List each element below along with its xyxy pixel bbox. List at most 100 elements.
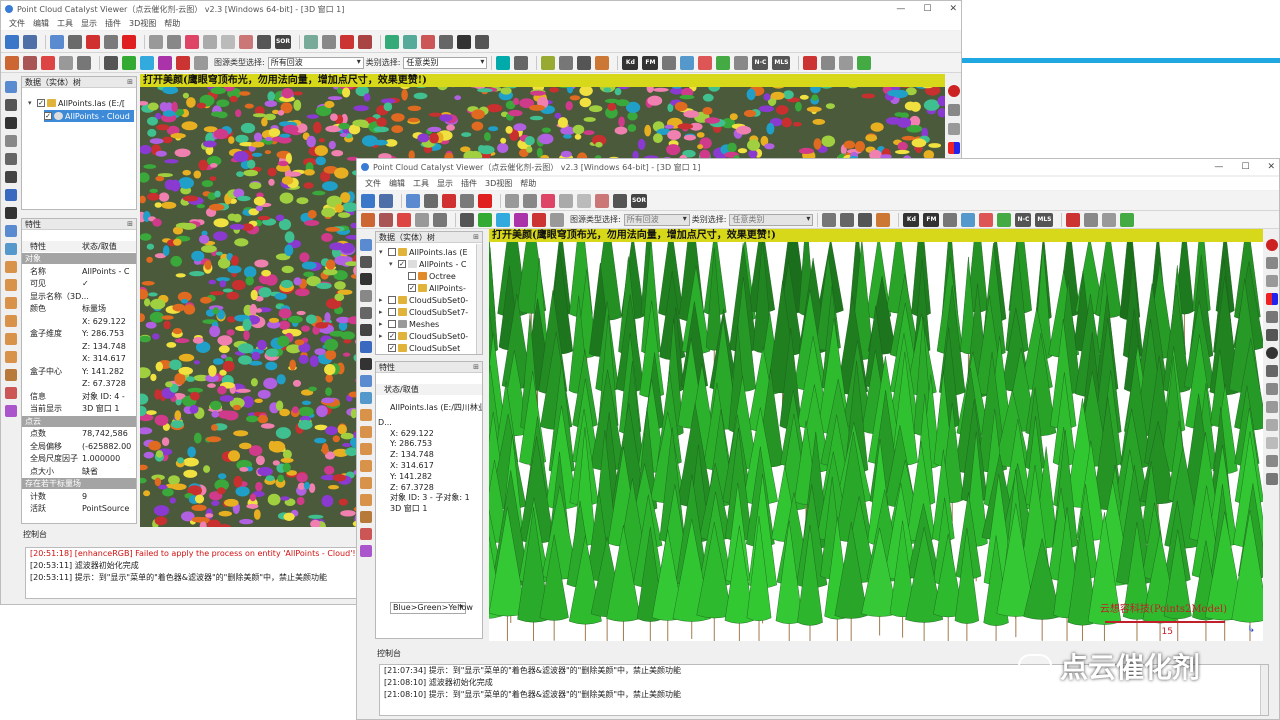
cube-icon[interactable] xyxy=(433,212,447,227)
ratio-icon[interactable] xyxy=(5,117,17,129)
crosshair-icon[interactable] xyxy=(5,207,17,219)
visibility-checkbox[interactable]: ✓ xyxy=(37,99,45,107)
expand-icon[interactable]: ▸ xyxy=(379,320,387,328)
view-top-icon[interactable] xyxy=(360,409,372,421)
pin-icon[interactable]: ⊞ xyxy=(473,362,479,373)
cube-icon[interactable] xyxy=(77,55,91,70)
align-icon[interactable] xyxy=(304,34,318,49)
light-icon[interactable] xyxy=(361,212,375,227)
move-icon[interactable] xyxy=(840,212,855,227)
pin-icon[interactable]: ⊞ xyxy=(473,232,479,243)
property-row[interactable]: AllPoints.las (E:/四川林业/... xyxy=(376,402,482,413)
tree-item[interactable]: ✓ CloudSubSet xyxy=(379,342,460,354)
view-bottom-icon[interactable] xyxy=(5,351,17,363)
filter-icon[interactable] xyxy=(1266,311,1278,323)
line-icon[interactable] xyxy=(5,153,17,165)
points-icon[interactable] xyxy=(541,193,555,208)
light3-icon[interactable] xyxy=(41,55,55,70)
histogram-icon[interactable] xyxy=(385,34,399,49)
back-view-icon[interactable] xyxy=(360,528,372,540)
tree-item[interactable]: ▸ CloudSubSet0- xyxy=(379,294,468,306)
property-row[interactable]: D... xyxy=(376,417,482,428)
fm-button[interactable]: FM xyxy=(923,212,940,227)
zoom-icon[interactable] xyxy=(360,375,372,387)
image-icon[interactable] xyxy=(662,55,677,70)
light-icon[interactable] xyxy=(5,55,19,70)
property-row[interactable]: 计数 9 xyxy=(22,491,136,502)
dot-icon[interactable] xyxy=(577,55,592,70)
light2-icon[interactable] xyxy=(23,55,37,70)
camera-icon[interactable] xyxy=(5,99,17,111)
type-filter-select[interactable]: 所有回波 xyxy=(623,213,690,226)
view-back-icon[interactable] xyxy=(5,315,17,327)
tree-item[interactable]: ▸ CloudSubSet7- xyxy=(379,306,468,318)
tree-item[interactable]: Octree xyxy=(399,270,456,282)
property-row[interactable]: 颜色 标量场 xyxy=(22,303,136,314)
segment-icon[interactable] xyxy=(577,193,591,208)
screen-icon[interactable] xyxy=(360,239,372,251)
palette-icon[interactable] xyxy=(979,212,994,227)
person-icon[interactable] xyxy=(1266,455,1278,467)
move-icon[interactable] xyxy=(559,55,574,70)
list-icon[interactable] xyxy=(424,193,438,208)
cube-view-icon[interactable] xyxy=(5,189,17,201)
nc-button[interactable]: N-C xyxy=(1015,212,1032,227)
grid2-icon[interactable] xyxy=(122,55,136,70)
sor-button[interactable]: SOR xyxy=(631,193,647,208)
thermometer-icon[interactable] xyxy=(1266,329,1278,341)
property-row[interactable]: 活跃 PointSource xyxy=(22,503,136,514)
property-row[interactable]: 对象 ID: 3 - 子对象: 1 xyxy=(376,492,482,503)
visibility-checkbox[interactable] xyxy=(408,272,416,280)
view-front-icon[interactable] xyxy=(5,279,17,291)
visibility-checkbox[interactable] xyxy=(388,248,396,256)
layer-icon[interactable] xyxy=(948,123,960,135)
grid3-icon[interactable] xyxy=(140,55,154,70)
mls-button[interactable]: MLS xyxy=(772,55,791,70)
front-view-icon[interactable] xyxy=(360,511,372,523)
open-icon[interactable] xyxy=(5,34,19,49)
kd-button[interactable]: Kd xyxy=(903,212,920,227)
shield-icon[interactable] xyxy=(167,34,181,49)
beauty-banner[interactable]: 打开美颜(鹰眼穹顶布光，勿用法向量，增加点尺寸，效果更赞!) xyxy=(140,74,945,87)
north-icon[interactable] xyxy=(1266,383,1278,395)
lock-icon[interactable] xyxy=(1266,257,1278,269)
fm-button[interactable]: FM xyxy=(642,55,659,70)
property-row[interactable]: X: 314.617 xyxy=(376,460,482,471)
paint-icon[interactable] xyxy=(532,212,546,227)
subsample-icon[interactable] xyxy=(203,34,217,49)
expand-icon[interactable]: ▾ xyxy=(28,99,36,107)
visibility-checkbox[interactable] xyxy=(388,320,396,328)
clone-icon[interactable] xyxy=(104,34,118,49)
view-top-icon[interactable] xyxy=(5,261,17,273)
add-icon[interactable] xyxy=(457,34,471,49)
classify-icon[interactable] xyxy=(1120,212,1135,227)
eye-icon[interactable] xyxy=(158,55,172,70)
grid3-icon[interactable] xyxy=(496,212,510,227)
tree-item[interactable]: ✓ AllPoints- xyxy=(399,282,466,294)
compass-icon[interactable] xyxy=(1266,347,1278,359)
menu-tools[interactable]: 工具 xyxy=(413,177,429,190)
half-circle-icon[interactable] xyxy=(1266,365,1278,377)
close-button[interactable]: ✕ xyxy=(1267,159,1275,175)
plugin2-icon[interactable] xyxy=(839,55,854,70)
plus-icon[interactable] xyxy=(5,135,17,147)
menu-plugins[interactable]: 插件 xyxy=(105,17,121,30)
subsample-icon[interactable] xyxy=(559,193,573,208)
back-view-icon[interactable] xyxy=(5,387,17,399)
class-filter-select[interactable]: 任意类别 xyxy=(403,56,488,69)
tools-icon[interactable] xyxy=(1266,419,1278,431)
property-row[interactable]: 点数 78,742,586 xyxy=(22,428,136,439)
noise-icon[interactable] xyxy=(595,193,609,208)
menu-plugins[interactable]: 插件 xyxy=(461,177,477,190)
colormap-select[interactable]: Blue>Green>Yellow xyxy=(390,602,473,614)
info-icon[interactable] xyxy=(1266,401,1278,413)
plus-icon[interactable] xyxy=(360,290,372,302)
menu-3dview[interactable]: 3D视图 xyxy=(129,17,156,30)
property-row[interactable]: 名称 AllPoints - C xyxy=(22,266,136,277)
list-icon[interactable] xyxy=(68,34,82,49)
property-row[interactable]: 可见 ✓ xyxy=(22,278,136,289)
property-row[interactable]: Z: 67.3728 xyxy=(22,378,136,389)
light4-icon[interactable] xyxy=(415,212,429,227)
menu-help[interactable]: 帮助 xyxy=(164,17,180,30)
light3-icon[interactable] xyxy=(397,212,411,227)
